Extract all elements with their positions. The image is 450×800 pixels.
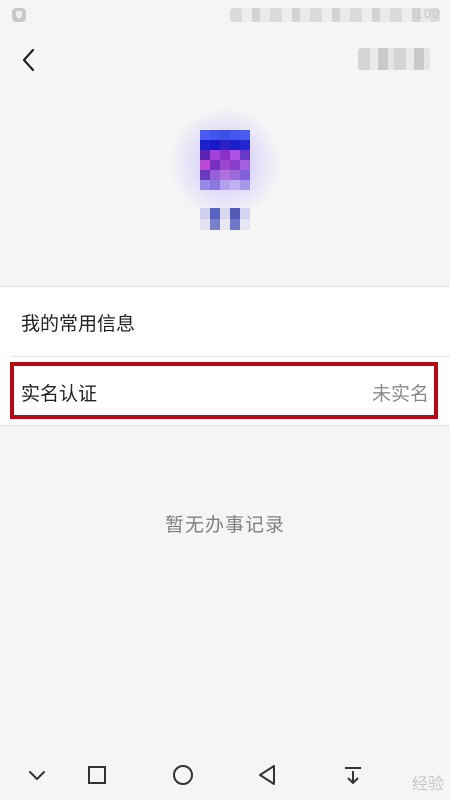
shield-icon [12,8,26,22]
status-time: 100 [415,7,440,21]
list-item-label: 我的常用信息 [21,313,136,335]
list-item-status: 未实名 [371,383,429,405]
triangle-back-icon [259,765,275,785]
username-blurred [200,208,250,230]
chevron-left-icon [22,48,35,72]
status-bar: 100 [0,0,450,30]
nav-recents-button[interactable] [84,762,110,788]
back-button[interactable] [12,42,48,78]
nav-notifications-button[interactable] [340,762,366,788]
header-action-blurred[interactable] [358,48,430,70]
list-item-common-info[interactable]: 我的常用信息 [0,287,450,357]
profile-section [0,90,450,286]
circle-icon [173,765,193,785]
list-bottom-divider [0,425,450,426]
download-icon [345,767,361,785]
avatar [200,130,250,190]
watermark: 经验 [411,774,444,793]
square-icon [88,766,106,784]
status-info-blurred [230,8,440,22]
nav-home-button[interactable] [170,762,196,788]
chevron-down-icon [29,771,45,780]
nav-collapse-button[interactable] [24,762,50,788]
list-item-real-name-auth[interactable]: 实名认证 未实名 [0,357,450,425]
list-item-label: 实名认证 [21,383,98,405]
header [0,30,450,90]
empty-state-text: 暂无办事记录 [164,514,285,536]
nav-back-button[interactable] [254,762,280,788]
system-navbar [0,750,450,800]
screen: 100 我的常用信息 实名认证 未实名 暂无办事记录 经验 [0,0,450,800]
